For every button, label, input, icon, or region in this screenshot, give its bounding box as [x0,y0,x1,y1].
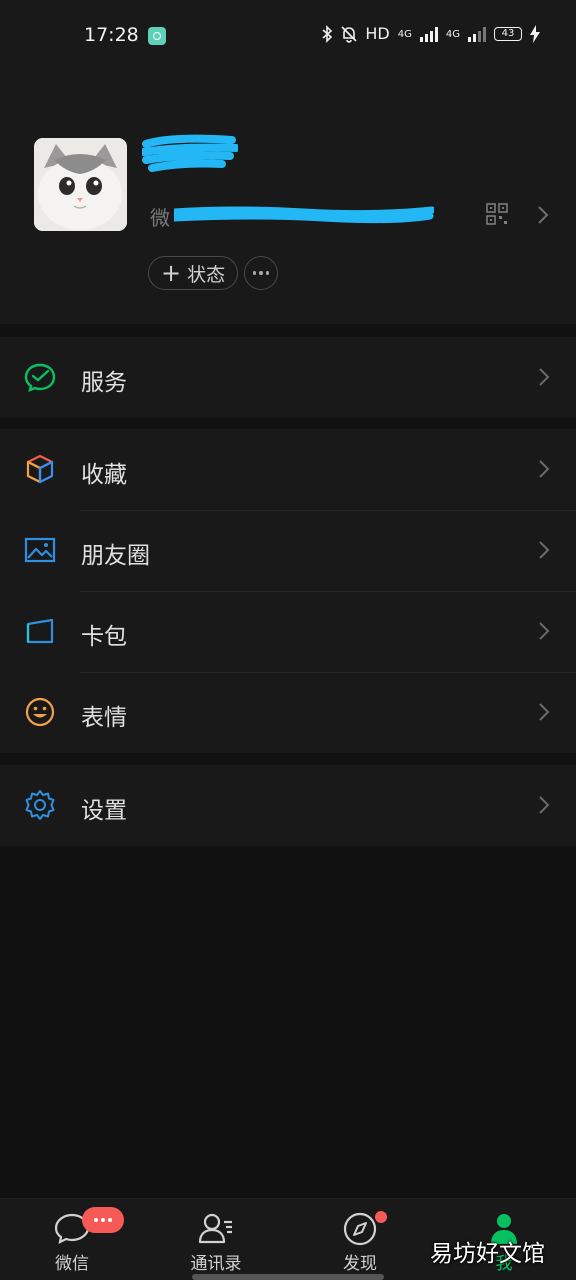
signal-1-icon [419,26,438,42]
cube-icon [26,454,54,484]
menu-item-label: 设置 [81,798,127,824]
add-status-label: 状态 [187,263,226,286]
menu-item-favorites[interactable]: 收藏 [0,429,576,510]
status-time: 17:28 [84,24,139,46]
menu-item-label: 表情 [81,705,127,731]
tab-label: 通讯录 [190,1254,242,1274]
tab-label: 微信 [55,1254,89,1274]
wechat-id-redacted [174,206,434,224]
avatar[interactable] [34,138,127,231]
plus-icon: + [161,259,182,287]
unread-badge [82,1207,124,1233]
notification-app-icon [148,27,166,45]
menu-item-label: 卡包 [81,624,127,650]
chevron-right-icon [539,622,550,640]
menu-item-stickers[interactable]: 表情 [0,672,576,753]
wechat-pay-icon [24,363,56,392]
network-type-2: 4G [445,28,460,40]
bluetooth-icon [322,25,333,43]
network-type-1: 4G [397,28,412,40]
settings-section: 设置 [0,765,576,846]
cat-avatar-image [34,138,127,231]
status-indicators: HD 4G 4G 43 [321,24,540,44]
menu-item-label: 服务 [81,370,127,396]
wallet-icon [26,618,54,644]
gear-icon [25,790,55,820]
menu-item-label: 朋友圈 [81,543,150,569]
chevron-right-icon [539,703,550,721]
dot-icon [252,271,257,275]
tab-label: 发现 [343,1254,377,1274]
chevron-right-icon [539,368,550,386]
status-bar: 17:28 HD 4G 4G 43 [0,0,576,72]
menu-item-settings[interactable]: 设置 [0,765,576,846]
wechat-id-label: 微 [150,206,170,230]
profile-header[interactable]: 微 + 状态 [0,72,576,324]
menu-item-cards[interactable]: 卡包 [0,591,576,672]
tab-discover[interactable]: 发现 [288,1199,432,1280]
new-content-dot [375,1211,387,1223]
add-status-button[interactable]: + 状态 [148,256,239,290]
battery-icon: 43 [494,27,522,41]
watermark-text: 易坊好文馆 [430,1241,545,1267]
mute-bell-icon [341,26,357,43]
smiley-icon [25,697,55,727]
more-status-button[interactable] [244,256,278,290]
services-section: 服务 [0,337,576,418]
nickname-redacted [142,134,238,172]
menu-item-label: 收藏 [81,462,127,488]
menu-item-moments[interactable]: 朋友圈 [0,510,576,591]
chevron-right-icon [539,460,550,478]
hd-label: HD [365,24,390,43]
dot-icon [94,1218,98,1222]
dot-icon [101,1218,105,1222]
chevron-right-icon[interactable] [536,204,550,226]
features-section: 收藏 朋友圈 卡包 表情 [0,429,576,753]
signal-2-icon [468,26,486,42]
tab-contacts[interactable]: 通讯录 [144,1199,288,1280]
chevron-right-icon [539,796,550,814]
contacts-icon [198,1213,232,1244]
dot-icon [259,271,263,275]
charging-icon [530,25,540,43]
dot-icon [108,1218,112,1222]
menu-item-services[interactable]: 服务 [0,337,576,418]
picture-icon [24,537,56,563]
wechat-id-row: 微 [150,200,440,230]
compass-icon [343,1212,377,1246]
chevron-right-icon [539,541,550,559]
tab-chats[interactable]: 微信 [0,1199,144,1280]
qr-code-icon[interactable] [486,203,508,225]
dot-icon [265,271,270,275]
home-indicator[interactable] [192,1274,384,1280]
